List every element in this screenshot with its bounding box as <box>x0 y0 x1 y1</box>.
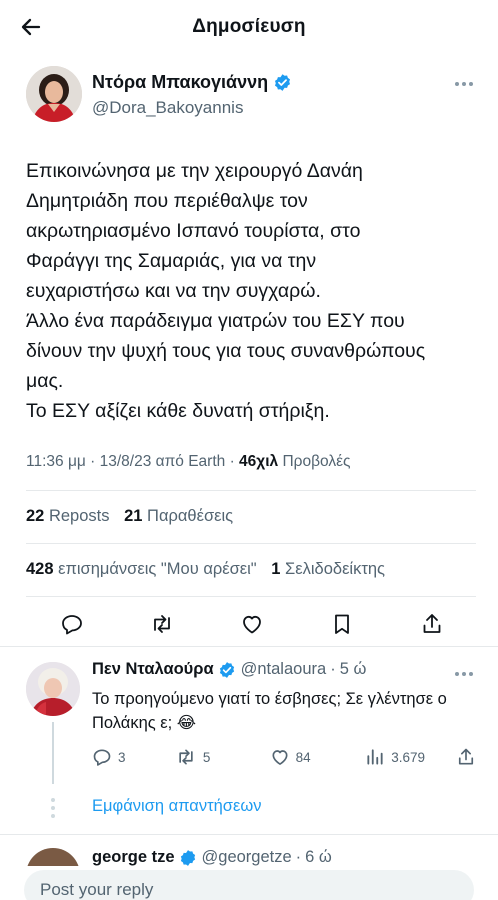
reply-author-handle[interactable]: @georgetze <box>202 848 292 866</box>
like-stats: 428 επισημάνσεις "Μου αρέσει" 1 Σελιδοδε… <box>26 560 385 579</box>
reposts-count: 22 <box>26 507 45 525</box>
post-text-line: Επικοινώνησα με την χειρουργό Δανάη <box>26 160 363 182</box>
thread-dot <box>51 814 55 818</box>
bookmark-icon[interactable] <box>328 610 356 638</box>
reply-repost-count: 5 <box>202 749 211 765</box>
post-metadata: 11:36 μμ · 13/8/23 από Earth · 46χιλ Προ… <box>26 453 351 470</box>
top-bar: Δημοσίευση <box>0 0 498 54</box>
reply-views-count: 3.679 <box>391 749 426 765</box>
thread-dot <box>51 798 55 802</box>
post-text: Επικοινώνησα με την χειρουργό Δανάη Δημη… <box>26 156 476 426</box>
reply-author-name[interactable]: george tze <box>92 848 175 866</box>
reposts-link[interactable]: 22 Reposts <box>26 507 109 525</box>
post-text-line: δίνουν την ψυχή τους για τους συνανθρώπο… <box>26 340 426 362</box>
reply-repost-button[interactable]: 5 <box>175 747 270 767</box>
reply-author-handle[interactable]: @ntalaoura <box>241 660 327 679</box>
author-handle[interactable]: @Dora_Bakoyannis <box>92 98 243 118</box>
views-label: Προβολές <box>282 453 351 470</box>
share-icon[interactable] <box>418 610 446 638</box>
back-arrow-icon[interactable] <box>16 12 46 42</box>
more-options-icon[interactable] <box>452 74 476 94</box>
post-source: από Earth <box>155 453 226 470</box>
reply-share-button[interactable] <box>456 747 476 767</box>
bookmarks-link[interactable]: 1 Σελιδοδείκτης <box>271 560 385 578</box>
reply-time: 6 ώ <box>305 848 332 866</box>
post-text-line: ακρωτηριασμένο Ισπανό τουρίστα, στο <box>26 220 361 242</box>
reply-author-name[interactable]: Πεν Νταλαούρα <box>92 660 214 679</box>
quotes-link[interactable]: 21 Παραθέσεις <box>124 507 233 525</box>
divider <box>26 596 476 597</box>
repost-stats: 22 Reposts 21 Παραθέσεις <box>26 507 233 526</box>
post-date[interactable]: 13/8/23 <box>100 453 152 470</box>
share-icon <box>458 748 474 765</box>
reply-reply-button[interactable]: 3 <box>92 747 175 767</box>
more-options-icon[interactable] <box>452 664 476 684</box>
reply-text: Το προηγούμενο γιατί το έσβησες; Σε γλέν… <box>92 690 447 732</box>
thread-dot <box>51 806 55 810</box>
author-avatar[interactable] <box>26 66 82 122</box>
reply-action-bar: 3 5 84 3.679 <box>92 745 476 769</box>
post-time[interactable]: 11:36 μμ <box>26 453 86 470</box>
verified-badge-icon <box>219 661 234 678</box>
divider <box>26 543 476 544</box>
reply-like-button[interactable]: 84 <box>270 747 366 767</box>
likes-link[interactable]: 428 επισημάνσεις "Μου αρέσει" <box>26 560 257 578</box>
reply-icon[interactable] <box>58 610 86 638</box>
reply-reply-count: 3 <box>118 749 126 765</box>
verified-badge-icon <box>275 74 291 91</box>
reply-time: 5 ώ <box>339 660 367 678</box>
post-text-line: Δημητριάδη που περιέθαλψε τον <box>26 190 308 212</box>
likes-count: 428 <box>26 560 54 578</box>
reply-input[interactable] <box>24 870 474 900</box>
like-icon[interactable] <box>238 610 266 638</box>
page-title: Δημοσίευση <box>192 16 306 37</box>
quotes-label: Παραθέσεις <box>147 507 234 525</box>
reply-composer <box>0 866 498 900</box>
bookmarks-label: Σελιδοδείκτης <box>285 560 385 578</box>
divider <box>0 834 498 835</box>
reply-avatar[interactable] <box>26 848 80 866</box>
thread-line <box>52 722 54 784</box>
views-icon <box>367 749 383 765</box>
divider <box>26 490 476 491</box>
reply-like-count: 84 <box>295 749 311 765</box>
post-action-bar <box>26 604 476 644</box>
post-text-line: Το ΕΣΥ αξίζει κάθε δυνατή στήριξη. <box>26 400 330 422</box>
repost-icon[interactable] <box>148 610 176 638</box>
divider <box>0 646 498 647</box>
post-text-line: ευχαριστήσω και να την συγχαρώ. <box>26 280 321 302</box>
repost-icon <box>179 749 193 765</box>
post-text-line: Φαράγγι της Σαμαριάς, για να την <box>26 250 317 272</box>
bookmarks-count: 1 <box>271 560 281 578</box>
verified-badge-icon <box>180 849 195 866</box>
reply-item[interactable]: george tze @georgetze · 6 ώ <box>26 846 476 866</box>
show-replies-link[interactable]: Εμφάνιση απαντήσεων <box>92 797 261 816</box>
reply-views-button[interactable]: 3.679 <box>365 747 456 767</box>
reply-avatar[interactable] <box>26 662 80 716</box>
post-text-line: Άλλο ένα παράδειγμα γιατρών του ΕΣΥ που <box>26 310 405 332</box>
quotes-count: 21 <box>124 507 143 525</box>
reposts-label: Reposts <box>48 507 110 525</box>
views-count: 46χιλ <box>239 453 279 470</box>
post-author: Ντόρα Μπακογιάννη @Dora_Bakoyannis <box>26 66 476 126</box>
reply-icon <box>93 749 111 766</box>
like-icon <box>272 750 288 765</box>
likes-label: επισημάνσεις "Μου αρέσει" <box>58 560 257 578</box>
post-text-line: μας. <box>26 370 64 392</box>
author-name[interactable]: Ντόρα Μπακογιάννη <box>92 72 268 93</box>
